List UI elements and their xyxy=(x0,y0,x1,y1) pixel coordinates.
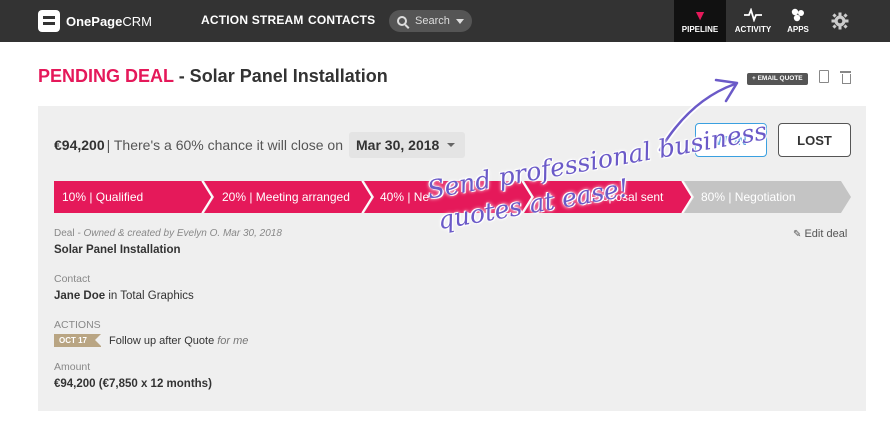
close-date-dropdown[interactable]: Mar 30, 2018 xyxy=(349,132,466,158)
copy-icon[interactable] xyxy=(819,70,829,83)
nav-activity-label: ACTIVITY xyxy=(734,25,772,34)
nav-action-stream[interactable]: ACTION STREAM xyxy=(201,13,304,27)
pencil-icon: ✎ xyxy=(793,229,802,240)
action-text: Follow up after Quote for me xyxy=(109,334,249,347)
chevron-down-icon xyxy=(447,143,456,147)
pipeline-stage-5[interactable]: 80% | Negotiation xyxy=(701,190,796,204)
nav-activity[interactable]: ACTIVITY xyxy=(730,0,776,42)
edit-deal-link[interactable]: ✎ Edit deal xyxy=(793,228,847,240)
amount-detail: €94,200 (€7,850 x 12 months) xyxy=(54,378,212,390)
filter-icon: ▼ xyxy=(693,7,707,23)
amount-label: Amount xyxy=(54,361,91,373)
email-quote-button[interactable]: + EMAIL QUOTE xyxy=(747,73,808,85)
app-logo[interactable]: OnePageCRM xyxy=(38,9,152,33)
deal-meta-label: Deal xyxy=(54,228,75,239)
contact-value: Jane Doe in Total Graphics xyxy=(54,290,194,302)
nav-apps-label: APPS xyxy=(787,25,809,34)
trash-icon[interactable] xyxy=(840,70,851,84)
actions-label: ACTIONS xyxy=(54,319,101,331)
pulse-icon xyxy=(744,8,762,22)
deal-owner-info: - Owned & created by Evelyn O. Mar 30, 2… xyxy=(74,228,282,239)
page-title: PENDING DEAL - Solar Panel Installation xyxy=(38,66,388,87)
logo-icon xyxy=(38,10,60,32)
deal-amount: €94,200 xyxy=(54,137,105,153)
nav-contacts[interactable]: CONTACTS xyxy=(308,13,375,27)
contact-label: Contact xyxy=(54,273,91,285)
settings-gear-icon[interactable] xyxy=(831,12,849,30)
apps-icon xyxy=(791,8,804,22)
pipeline-stage-3[interactable]: 40% | Ne xyxy=(380,190,429,204)
search-box[interactable]: Search xyxy=(389,10,472,32)
action-date-badge: OCT 17 xyxy=(54,334,102,347)
close-date-value: Mar 30, 2018 xyxy=(356,137,440,153)
deal-meta: Deal - Owned & created by Evelyn O. Mar … xyxy=(54,228,282,239)
nav-pipeline[interactable]: ▼ PIPELINE xyxy=(674,0,726,42)
deal-summary: €94,200 | There's a 60% chance it will c… xyxy=(54,132,466,158)
search-icon xyxy=(397,16,407,26)
deal-name: Solar Panel Installation xyxy=(54,244,181,256)
close-chance-text: | There's a 60% chance it will close on xyxy=(106,137,344,153)
pipeline-stage-1[interactable]: 10% | Qualified xyxy=(62,190,143,204)
action-item[interactable]: OCT 17 Follow up after Quote for me xyxy=(54,334,248,347)
contact-name-link[interactable]: Jane Doe xyxy=(54,290,105,302)
nav-pipeline-label: PIPELINE xyxy=(681,25,719,34)
action-assignee: for me xyxy=(217,334,249,347)
deal-status: PENDING DEAL xyxy=(38,66,174,86)
edit-deal-label: Edit deal xyxy=(804,228,848,240)
contact-company: in Total Graphics xyxy=(105,290,194,302)
lost-button[interactable]: LOST xyxy=(778,123,851,157)
logo-text: OnePageCRM xyxy=(66,13,152,29)
top-navigation-bar: OnePageCRM ACTION STREAM CONTACTS Search… xyxy=(0,0,890,42)
chevron-down-icon xyxy=(456,19,464,24)
pipeline-stage-2[interactable]: 20% | Meeting arranged xyxy=(222,190,350,204)
search-input[interactable]: Search xyxy=(415,15,450,27)
deal-title: - Solar Panel Installation xyxy=(173,66,388,86)
nav-apps[interactable]: APPS xyxy=(782,0,814,42)
